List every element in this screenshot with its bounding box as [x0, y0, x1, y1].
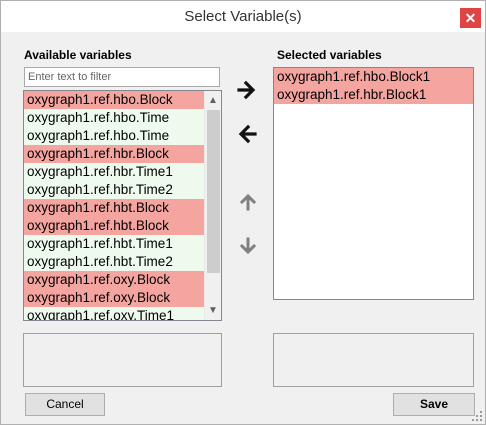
close-button[interactable]: ✕ [460, 8, 481, 28]
resize-grip-icon[interactable] [472, 411, 482, 421]
list-item[interactable]: oxygraph1.ref.hbt.Block [24, 199, 221, 217]
move-down-button[interactable] [237, 236, 259, 258]
arrow-left-icon [238, 124, 257, 144]
list-item[interactable]: oxygraph1.ref.hbo.Time [24, 127, 221, 145]
list-item[interactable]: oxygraph1.ref.hbt.Time1 [24, 235, 221, 253]
move-right-button[interactable] [236, 79, 258, 101]
list-item[interactable]: oxygraph1.ref.oxy.Block [24, 271, 221, 289]
title-bar: Select Variable(s) ✕ [1, 1, 485, 32]
available-list-scrollbar[interactable]: ▲ ▼ [204, 91, 221, 320]
dialog-title: Select Variable(s) [184, 8, 302, 25]
scroll-thumb[interactable] [207, 110, 220, 273]
list-item[interactable]: oxygraph1.ref.hbo.Block [24, 91, 221, 109]
scroll-up-icon[interactable]: ▲ [205, 92, 221, 109]
filter-input[interactable] [24, 67, 220, 87]
available-variables-list[interactable]: oxygraph1.ref.hbo.Block oxygraph1.ref.hbo… [23, 90, 222, 321]
list-item[interactable]: oxygraph1.ref.hbt.Block [24, 217, 221, 235]
selected-variables-list[interactable]: oxygraph1.ref.hbo.Block1 oxygraph1.ref.hb… [273, 67, 474, 300]
arrow-up-icon [239, 193, 257, 211]
list-item[interactable]: oxygraph1.ref.hbr.Time1 [24, 163, 221, 181]
selected-description-box [273, 333, 474, 387]
save-button[interactable]: Save [393, 393, 475, 416]
selected-items-container: oxygraph1.ref.hbo.Block1 oxygraph1.ref.hb… [274, 68, 473, 104]
arrow-right-icon [237, 80, 256, 100]
available-description-box [23, 333, 222, 387]
list-item[interactable]: oxygraph1.ref.hbo.Block1 [274, 68, 473, 86]
list-item[interactable]: oxygraph1.ref.oxy.Time1 [24, 307, 221, 320]
move-up-button[interactable] [237, 192, 259, 214]
available-variables-label: Available variables [24, 48, 132, 62]
cancel-button[interactable]: Cancel [25, 393, 105, 416]
list-item[interactable]: oxygraph1.ref.hbo.Time [24, 109, 221, 127]
list-item[interactable]: oxygraph1.ref.hbt.Time2 [24, 253, 221, 271]
list-item[interactable]: oxygraph1.ref.oxy.Block [24, 289, 221, 307]
available-items-container: oxygraph1.ref.hbo.Block oxygraph1.ref.hbo… [24, 91, 221, 320]
list-item[interactable]: oxygraph1.ref.hbr.Block1 [274, 86, 473, 104]
list-item[interactable]: oxygraph1.ref.hbr.Time2 [24, 181, 221, 199]
select-variables-dialog: Select Variable(s) ✕ Available variables… [0, 0, 486, 425]
selected-variables-label: Selected variables [277, 48, 382, 62]
list-item[interactable]: oxygraph1.ref.hbr.Block [24, 145, 221, 163]
scroll-down-icon[interactable]: ▼ [205, 302, 221, 319]
move-left-button[interactable] [236, 123, 258, 145]
arrow-down-icon [239, 237, 257, 255]
